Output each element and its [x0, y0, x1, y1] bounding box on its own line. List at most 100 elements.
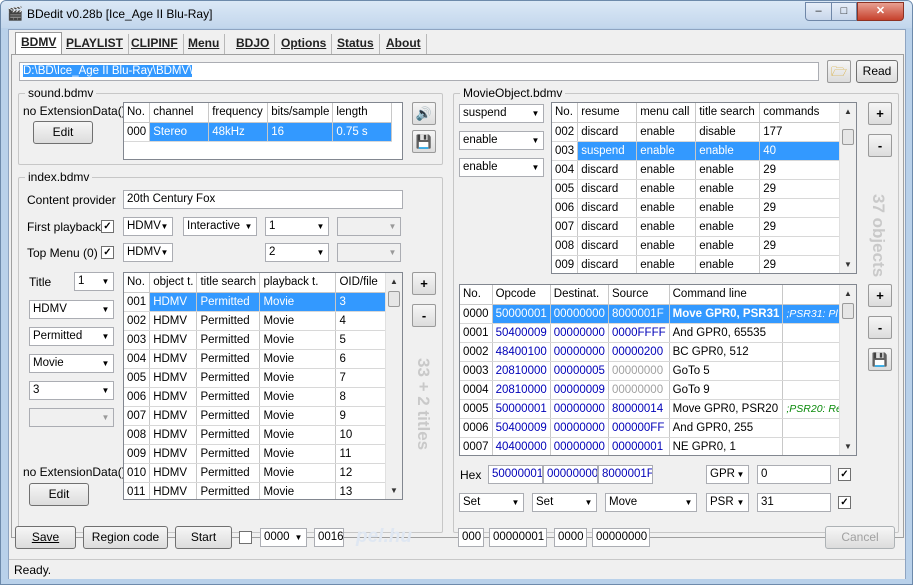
add-title-button[interactable]: + — [412, 272, 436, 295]
maximize-button[interactable]: □ — [831, 2, 857, 21]
top-menu-object-select[interactable]: 2 ▼ — [265, 243, 329, 262]
title-select[interactable]: 1 ▼ — [74, 272, 114, 291]
title-search-select[interactable]: Permitted ▼ — [29, 327, 114, 346]
folder-open-button[interactable]: 🗁 — [827, 60, 851, 83]
menu-call-select[interactable]: enable ▼ — [459, 131, 544, 150]
table-row[interactable]: 0006 50400009 00000000 000000FF And GPR0, 25… — [460, 418, 856, 438]
table-row[interactable]: 010 HDMV Permitted Movie 12 — [124, 463, 389, 483]
set2-select[interactable]: Set ▼ — [532, 493, 597, 512]
table-row[interactable]: 0002 48400100 00000000 00000200 BC GPR0, 512 — [460, 342, 856, 362]
table-row[interactable]: 008 HDMV Permitted Movie 10 — [124, 425, 389, 445]
scroll-up-icon[interactable]: ▲ — [386, 273, 402, 290]
field5-input[interactable]: 00000000 — [592, 528, 650, 547]
table-row[interactable]: 004 HDMV Permitted Movie 6 — [124, 349, 389, 369]
table-row[interactable]: 0003 20810000 00000005 00000000 GoTo 5 — [460, 361, 856, 381]
table-row[interactable]: 002 HDMV Permitted Movie 4 — [124, 311, 389, 331]
region-code-button[interactable]: Region code — [83, 526, 168, 549]
table-row[interactable]: 0004 20810000 00000009 00000000 GoTo 9 — [460, 380, 856, 400]
tab-about[interactable]: About — [381, 34, 427, 54]
add-command-button[interactable]: + — [868, 284, 892, 307]
title-bar[interactable]: 🎬 BDedit v0.28b [Ice_Age II Blu-Ray] – □… — [1, 1, 912, 28]
table-row[interactable]: 001 HDMV Permitted Movie 3 — [124, 292, 389, 312]
hex-source-input[interactable]: 8000001F — [598, 465, 653, 484]
tab-playlist[interactable]: PLAYLIST — [61, 34, 129, 54]
hex-destination-input[interactable]: 00000000 — [543, 465, 598, 484]
table-row[interactable]: 007 HDMV Permitted Movie 9 — [124, 406, 389, 426]
table-row[interactable]: 005 HDMV Permitted Movie 7 — [124, 368, 389, 388]
tab-menu[interactable]: Menu — [183, 34, 226, 54]
first-playback-type-select[interactable]: HDMV ▼ — [123, 217, 173, 236]
tab-status[interactable]: Status — [332, 34, 380, 54]
table-row[interactable]: 0000 50000001 00000000 8000001F Move GPR0, P… — [460, 304, 856, 324]
content-provider-input[interactable]: 20th Century Fox — [123, 190, 403, 209]
path-input[interactable]: D:\BD\Ice_Age II Blu-Ray\BDMV\ — [19, 62, 819, 81]
table-row[interactable]: 011 HDMV Permitted Movie 13 — [124, 482, 389, 499]
table-row[interactable]: 005 discard enable enable 29 — [552, 179, 843, 199]
top-menu-type-select[interactable]: HDMV ▼ — [123, 243, 173, 262]
scroll-thumb[interactable] — [842, 129, 854, 145]
table-row[interactable]: 000 Stereo 48kHz 16 0.75 s — [124, 122, 393, 142]
register2-checkbox[interactable]: ✓ — [838, 496, 851, 509]
commands-scrollbar[interactable]: ▲ ▼ — [839, 285, 856, 455]
table-row[interactable]: 003 HDMV Permitted Movie 5 — [124, 330, 389, 350]
read-button[interactable]: Read — [856, 60, 898, 83]
field4-input[interactable]: 0000 — [554, 528, 587, 547]
set1-select[interactable]: Set ▼ — [459, 493, 524, 512]
first-playback-mode-select[interactable]: Interactive ▼ — [183, 217, 257, 236]
start-button[interactable]: Start — [175, 526, 232, 549]
scroll-down-icon[interactable]: ▼ — [386, 482, 402, 499]
table-row[interactable]: 0001 50400009 00000000 0000FFFF And GPR0, 65… — [460, 323, 856, 343]
table-row[interactable]: 009 HDMV Permitted Movie 11 — [124, 444, 389, 464]
add-object-button[interactable]: + — [868, 102, 892, 125]
start-field-input[interactable]: 0016 — [314, 528, 344, 547]
table-row[interactable]: 002 discard enable disable 177 — [552, 122, 843, 142]
remove-object-button[interactable]: - — [868, 134, 892, 157]
start-checkbox[interactable] — [239, 531, 252, 544]
remove-title-button[interactable]: - — [412, 304, 436, 327]
first-playback-checkbox[interactable]: ✓ — [101, 220, 114, 233]
hex-opcode-input[interactable]: 50000001 — [488, 465, 543, 484]
first-playback-object-select[interactable]: 1 ▼ — [265, 217, 329, 236]
close-button[interactable]: ✕ — [857, 2, 904, 21]
tab-options[interactable]: Options — [276, 34, 333, 54]
object-type-select[interactable]: HDMV ▼ — [29, 300, 114, 319]
field2-input[interactable]: 000 — [458, 528, 484, 547]
register2-value-input[interactable]: 31 — [757, 493, 831, 512]
oid-select[interactable]: 3 ▼ — [29, 381, 114, 400]
resume-select[interactable]: suspend ▼ — [459, 104, 544, 123]
register1-type-select[interactable]: GPR ▼ — [706, 465, 749, 484]
sound-edit-button[interactable]: Edit — [33, 121, 93, 144]
table-row[interactable]: 007 discard enable enable 29 — [552, 217, 843, 237]
table-row[interactable]: 006 discard enable enable 29 — [552, 198, 843, 218]
tab-clipinf[interactable]: CLIPINF — [126, 34, 184, 54]
table-row[interactable]: 003 suspend enable enable 40 — [552, 141, 843, 161]
playback-type-select[interactable]: Movie ▼ — [29, 354, 114, 373]
field3-input[interactable]: 00000001 — [489, 528, 547, 547]
operation-select[interactable]: Move ▼ — [605, 493, 697, 512]
register2-type-select[interactable]: PSR ▼ — [706, 493, 749, 512]
scroll-up-icon[interactable]: ▲ — [840, 285, 856, 302]
save-sound-button[interactable]: 💾 — [412, 130, 436, 153]
scroll-thumb[interactable] — [388, 291, 400, 307]
table-row[interactable]: 006 HDMV Permitted Movie 8 — [124, 387, 389, 407]
index-edit-button[interactable]: Edit — [29, 483, 89, 506]
table-row[interactable]: 009 discard enable enable 29 — [552, 255, 843, 273]
table-row[interactable]: 008 discard enable enable 29 — [552, 236, 843, 256]
scroll-down-icon[interactable]: ▼ — [840, 256, 856, 273]
top-menu-checkbox[interactable]: ✓ — [101, 246, 114, 259]
scroll-down-icon[interactable]: ▼ — [840, 438, 856, 455]
play-sound-button[interactable]: 🔊 — [412, 102, 436, 125]
table-row[interactable]: 004 discard enable enable 29 — [552, 160, 843, 180]
tab-bdmv[interactable]: BDMV — [15, 32, 63, 55]
title-search-mo-select[interactable]: enable ▼ — [459, 158, 544, 177]
remove-command-button[interactable]: - — [868, 316, 892, 339]
scroll-thumb[interactable] — [842, 303, 854, 319]
minimize-button[interactable]: – — [805, 2, 832, 21]
tab-bdjo[interactable]: BDJO — [231, 34, 276, 54]
save-button[interactable]: Save — [15, 526, 76, 549]
register1-value-input[interactable]: 0 — [757, 465, 831, 484]
movie-objects-scrollbar[interactable]: ▲ ▼ — [839, 103, 856, 273]
table-row[interactable]: 0005 50000001 00000000 80000014 Move GPR0, P… — [460, 399, 856, 419]
titles-scrollbar[interactable]: ▲ ▼ — [385, 273, 402, 499]
table-row[interactable]: 0007 40400000 00000000 00000001 NE GPR0, 1 — [460, 437, 856, 455]
